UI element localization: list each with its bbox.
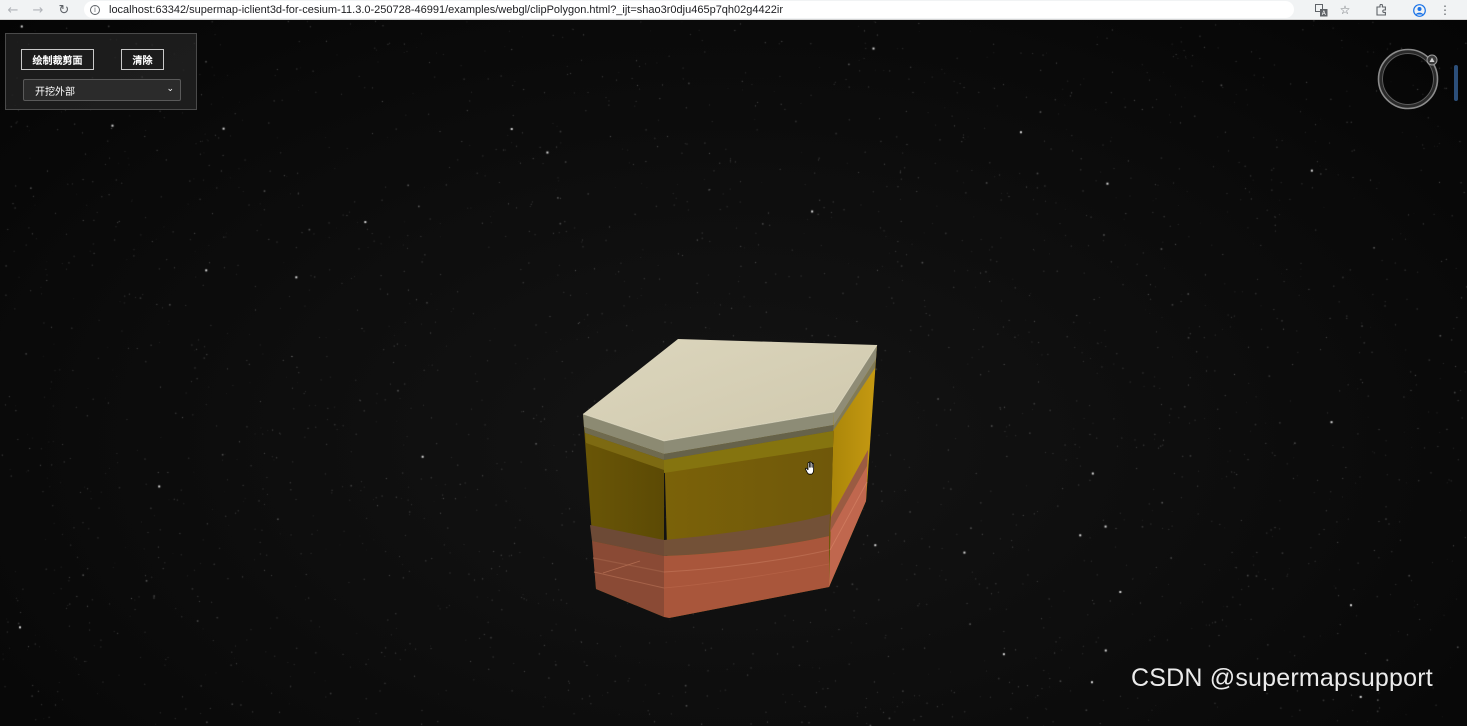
kebab-menu-icon[interactable]: ⋮ [1436, 1, 1454, 19]
profile-icon[interactable] [1410, 1, 1428, 19]
model-front-face [663, 412, 834, 618]
star-icon[interactable]: ☆ [1336, 1, 1354, 19]
browser-toolbar: ← → ↻ i localhost:63342/supermap-iclient… [0, 0, 1467, 20]
clip-mode-selected-value: 开挖外部 [35, 86, 75, 98]
draw-clip-polygon-button[interactable]: 绘制裁剪面 [21, 49, 94, 70]
reload-icon[interactable]: ↻ [55, 1, 73, 19]
puzzle-icon[interactable] [1372, 1, 1390, 19]
forward-arrow-icon[interactable]: → [29, 1, 47, 19]
cesium-viewer[interactable]: 绘制裁剪面 清除 开挖外部 ⌄ CSDN @supermapsupport [0, 20, 1467, 726]
watermark: CSDN @supermapsupport [1131, 664, 1433, 692]
clear-button[interactable]: 清除 [121, 49, 164, 70]
url-text[interactable]: localhost:63342/supermap-iclient3d-for-c… [109, 4, 783, 16]
address-bar[interactable]: i localhost:63342/supermap-iclient3d-for… [84, 1, 1294, 18]
compass-north-marker [1426, 54, 1438, 66]
clip-mode-select[interactable]: 开挖外部 ⌄ [23, 79, 181, 101]
compass-widget[interactable] [1376, 47, 1440, 111]
chevron-down-icon: ⌄ [166, 84, 174, 94]
clip-control-panel: 绘制裁剪面 清除 开挖外部 ⌄ [5, 33, 197, 110]
model-left-face [583, 414, 665, 617]
info-icon[interactable]: i [90, 4, 100, 15]
geology-model-scene[interactable] [0, 20, 1467, 726]
translate-icon[interactable]: A [1312, 1, 1330, 19]
back-arrow-icon[interactable]: ← [4, 1, 22, 19]
scroll-indicator[interactable] [1454, 65, 1458, 101]
